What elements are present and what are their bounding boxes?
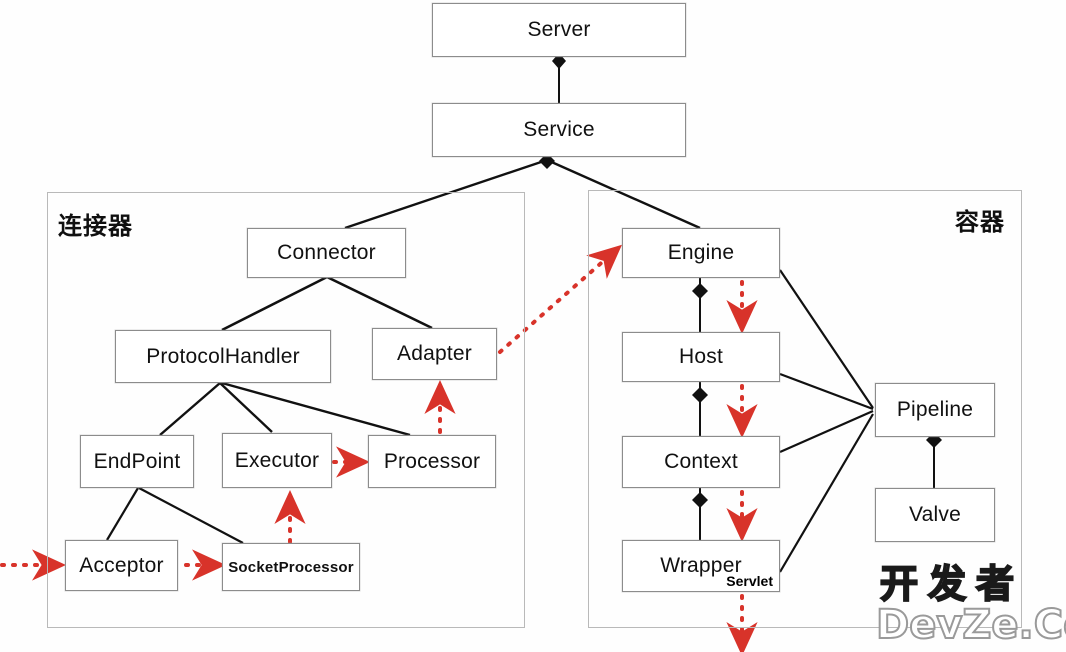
node-adapter[interactable]: Adapter xyxy=(372,328,497,380)
node-context[interactable]: Context xyxy=(622,436,780,488)
node-wrapper-sublabel: Servlet xyxy=(726,573,773,589)
node-pipeline[interactable]: Pipeline xyxy=(875,383,995,437)
node-wrapper[interactable]: Wrapper Servlet xyxy=(622,540,780,592)
node-endpoint[interactable]: EndPoint xyxy=(80,435,194,488)
node-executor-label: Executor xyxy=(234,448,320,472)
node-connector[interactable]: Connector xyxy=(247,228,406,278)
node-pipeline-label: Pipeline xyxy=(896,398,974,421)
node-socketprocessor-label: SocketProcessor xyxy=(228,558,354,576)
node-valve[interactable]: Valve xyxy=(875,488,995,542)
node-protocolhandler[interactable]: ProtocolHandler xyxy=(115,330,331,383)
node-connector-label: Connector xyxy=(277,241,376,264)
node-protocolhandler-label: ProtocolHandler xyxy=(146,344,300,368)
node-processor[interactable]: Processor xyxy=(368,435,496,488)
node-host-label: Host xyxy=(679,345,723,368)
node-engine[interactable]: Engine xyxy=(622,228,780,278)
node-processor-label: Processor xyxy=(383,449,481,473)
node-service[interactable]: Service xyxy=(432,103,686,157)
group-connector-label: 连接器 xyxy=(58,212,133,240)
node-service-label: Service xyxy=(523,118,595,141)
node-valve-label: Valve xyxy=(909,503,961,526)
node-engine-label: Engine xyxy=(667,241,735,264)
node-server[interactable]: Server xyxy=(432,3,686,57)
node-adapter-label: Adapter xyxy=(397,342,472,365)
node-context-label: Context xyxy=(664,450,738,473)
diagram-canvas: 连接器 容器 Server Service Connector Protocol… xyxy=(0,0,1066,652)
node-executor[interactable]: Executor xyxy=(222,433,332,488)
node-endpoint-label: EndPoint xyxy=(93,449,181,473)
node-host[interactable]: Host xyxy=(622,332,780,382)
group-container-label: 容器 xyxy=(955,208,1005,236)
node-server-label: Server xyxy=(527,18,591,41)
node-socketprocessor[interactable]: SocketProcessor xyxy=(222,543,360,591)
node-acceptor-label: Acceptor xyxy=(79,553,164,577)
node-acceptor[interactable]: Acceptor xyxy=(65,540,178,591)
